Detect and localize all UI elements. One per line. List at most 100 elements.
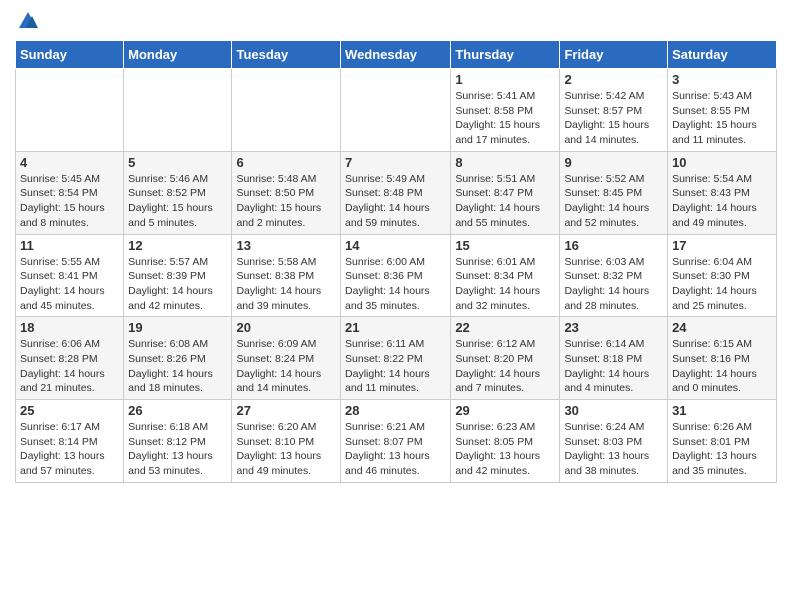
calendar-cell (16, 69, 124, 152)
day-number: 4 (20, 155, 119, 170)
calendar-cell: 25 Sunrise: 6:17 AMSunset: 8:14 PMDayligh… (16, 400, 124, 483)
calendar-week-row: 18 Sunrise: 6:06 AMSunset: 8:28 PMDayligh… (16, 317, 777, 400)
day-number: 18 (20, 320, 119, 335)
day-info: Sunrise: 5:48 AMSunset: 8:50 PMDaylight:… (236, 172, 336, 231)
day-number: 27 (236, 403, 336, 418)
day-info: Sunrise: 5:51 AMSunset: 8:47 PMDaylight:… (455, 172, 555, 231)
calendar-cell (124, 69, 232, 152)
calendar-week-row: 25 Sunrise: 6:17 AMSunset: 8:14 PMDayligh… (16, 400, 777, 483)
day-info: Sunrise: 6:21 AMSunset: 8:07 PMDaylight:… (345, 420, 446, 479)
calendar-cell: 12Sunrise: 5:57 AMSunset: 8:39 PMDayligh… (124, 234, 232, 317)
calendar-cell: 1 Sunrise: 5:41 AMSunset: 8:58 PMDaylight… (451, 69, 560, 152)
day-info: Sunrise: 5:46 AMSunset: 8:52 PMDaylight:… (128, 172, 227, 231)
day-info: Sunrise: 6:20 AMSunset: 8:10 PMDaylight:… (236, 420, 336, 479)
day-info: Sunrise: 5:42 AMSunset: 8:57 PMDaylight:… (564, 89, 663, 148)
day-number: 28 (345, 403, 446, 418)
weekday-header-row: SundayMondayTuesdayWednesdayThursdayFrid… (16, 41, 777, 69)
day-info: Sunrise: 6:03 AMSunset: 8:32 PMDaylight:… (564, 255, 663, 314)
day-number: 25 (20, 403, 119, 418)
day-number: 21 (345, 320, 446, 335)
day-number: 6 (236, 155, 336, 170)
logo (15, 10, 39, 32)
logo-icon (17, 10, 39, 32)
calendar-cell: 23 Sunrise: 6:14 AMSunset: 8:18 PMDayligh… (560, 317, 668, 400)
calendar-cell: 5 Sunrise: 5:46 AMSunset: 8:52 PMDaylight… (124, 151, 232, 234)
day-info: Sunrise: 5:55 AMSunset: 8:41 PMDaylight:… (20, 255, 119, 314)
calendar-table: SundayMondayTuesdayWednesdayThursdayFrid… (15, 40, 777, 483)
calendar-cell: 4 Sunrise: 5:45 AMSunset: 8:54 PMDaylight… (16, 151, 124, 234)
calendar-week-row: 4 Sunrise: 5:45 AMSunset: 8:54 PMDaylight… (16, 151, 777, 234)
calendar-cell: 24 Sunrise: 6:15 AMSunset: 8:16 PMDayligh… (668, 317, 777, 400)
page-header (15, 10, 777, 32)
weekday-header-friday: Friday (560, 41, 668, 69)
day-number: 3 (672, 72, 772, 87)
day-info: Sunrise: 6:01 AMSunset: 8:34 PMDaylight:… (455, 255, 555, 314)
calendar-cell: 18 Sunrise: 6:06 AMSunset: 8:28 PMDayligh… (16, 317, 124, 400)
calendar-cell: 3Sunrise: 5:43 AMSunset: 8:55 PMDaylight… (668, 69, 777, 152)
calendar-cell: 30 Sunrise: 6:24 AMSunset: 8:03 PMDayligh… (560, 400, 668, 483)
calendar-cell: 16 Sunrise: 6:03 AMSunset: 8:32 PMDayligh… (560, 234, 668, 317)
day-number: 26 (128, 403, 227, 418)
day-number: 1 (455, 72, 555, 87)
calendar-cell: 17Sunrise: 6:04 AMSunset: 8:30 PMDayligh… (668, 234, 777, 317)
day-info: Sunrise: 6:17 AMSunset: 8:14 PMDaylight:… (20, 420, 119, 479)
calendar-cell: 8 Sunrise: 5:51 AMSunset: 8:47 PMDaylight… (451, 151, 560, 234)
day-info: Sunrise: 5:52 AMSunset: 8:45 PMDaylight:… (564, 172, 663, 231)
day-info: Sunrise: 5:57 AMSunset: 8:39 PMDaylight:… (128, 255, 227, 314)
calendar-cell: 9 Sunrise: 5:52 AMSunset: 8:45 PMDaylight… (560, 151, 668, 234)
calendar-cell (232, 69, 341, 152)
day-number: 5 (128, 155, 227, 170)
day-info: Sunrise: 5:58 AMSunset: 8:38 PMDaylight:… (236, 255, 336, 314)
day-number: 17 (672, 238, 772, 253)
calendar-cell: 21 Sunrise: 6:11 AMSunset: 8:22 PMDayligh… (341, 317, 451, 400)
weekday-header-monday: Monday (124, 41, 232, 69)
calendar-cell: 27 Sunrise: 6:20 AMSunset: 8:10 PMDayligh… (232, 400, 341, 483)
day-number: 13 (236, 238, 336, 253)
day-number: 19 (128, 320, 227, 335)
day-info: Sunrise: 6:00 AMSunset: 8:36 PMDaylight:… (345, 255, 446, 314)
weekday-header-wednesday: Wednesday (341, 41, 451, 69)
calendar-cell: 31Sunrise: 6:26 AMSunset: 8:01 PMDayligh… (668, 400, 777, 483)
calendar-week-row: 1 Sunrise: 5:41 AMSunset: 8:58 PMDaylight… (16, 69, 777, 152)
calendar-cell: 20 Sunrise: 6:09 AMSunset: 8:24 PMDayligh… (232, 317, 341, 400)
day-number: 31 (672, 403, 772, 418)
day-info: Sunrise: 5:41 AMSunset: 8:58 PMDaylight:… (455, 89, 555, 148)
day-number: 22 (455, 320, 555, 335)
calendar-cell (341, 69, 451, 152)
weekday-header-thursday: Thursday (451, 41, 560, 69)
calendar-cell: 6 Sunrise: 5:48 AMSunset: 8:50 PMDaylight… (232, 151, 341, 234)
day-info: Sunrise: 5:45 AMSunset: 8:54 PMDaylight:… (20, 172, 119, 231)
day-info: Sunrise: 6:09 AMSunset: 8:24 PMDaylight:… (236, 337, 336, 396)
day-number: 30 (564, 403, 663, 418)
day-number: 16 (564, 238, 663, 253)
weekday-header-sunday: Sunday (16, 41, 124, 69)
day-info: Sunrise: 5:54 AMSunset: 8:43 PMDaylight:… (672, 172, 772, 231)
day-info: Sunrise: 6:18 AMSunset: 8:12 PMDaylight:… (128, 420, 227, 479)
calendar-cell: 10 Sunrise: 5:54 AMSunset: 8:43 PMDayligh… (668, 151, 777, 234)
day-number: 9 (564, 155, 663, 170)
calendar-cell: 2 Sunrise: 5:42 AMSunset: 8:57 PMDaylight… (560, 69, 668, 152)
day-number: 14 (345, 238, 446, 253)
weekday-header-saturday: Saturday (668, 41, 777, 69)
day-info: Sunrise: 6:15 AMSunset: 8:16 PMDaylight:… (672, 337, 772, 396)
day-number: 24 (672, 320, 772, 335)
day-info: Sunrise: 6:24 AMSunset: 8:03 PMDaylight:… (564, 420, 663, 479)
day-info: Sunrise: 6:06 AMSunset: 8:28 PMDaylight:… (20, 337, 119, 396)
calendar-cell: 19Sunrise: 6:08 AMSunset: 8:26 PMDayligh… (124, 317, 232, 400)
day-number: 20 (236, 320, 336, 335)
day-number: 8 (455, 155, 555, 170)
day-info: Sunrise: 6:14 AMSunset: 8:18 PMDaylight:… (564, 337, 663, 396)
day-number: 15 (455, 238, 555, 253)
day-number: 10 (672, 155, 772, 170)
calendar-cell: 29Sunrise: 6:23 AMSunset: 8:05 PMDayligh… (451, 400, 560, 483)
day-number: 23 (564, 320, 663, 335)
day-number: 2 (564, 72, 663, 87)
day-number: 29 (455, 403, 555, 418)
day-number: 11 (20, 238, 119, 253)
calendar-cell: 13 Sunrise: 5:58 AMSunset: 8:38 PMDayligh… (232, 234, 341, 317)
day-info: Sunrise: 6:11 AMSunset: 8:22 PMDaylight:… (345, 337, 446, 396)
day-info: Sunrise: 6:12 AMSunset: 8:20 PMDaylight:… (455, 337, 555, 396)
calendar-cell: 22 Sunrise: 6:12 AMSunset: 8:20 PMDayligh… (451, 317, 560, 400)
weekday-header-tuesday: Tuesday (232, 41, 341, 69)
day-number: 7 (345, 155, 446, 170)
